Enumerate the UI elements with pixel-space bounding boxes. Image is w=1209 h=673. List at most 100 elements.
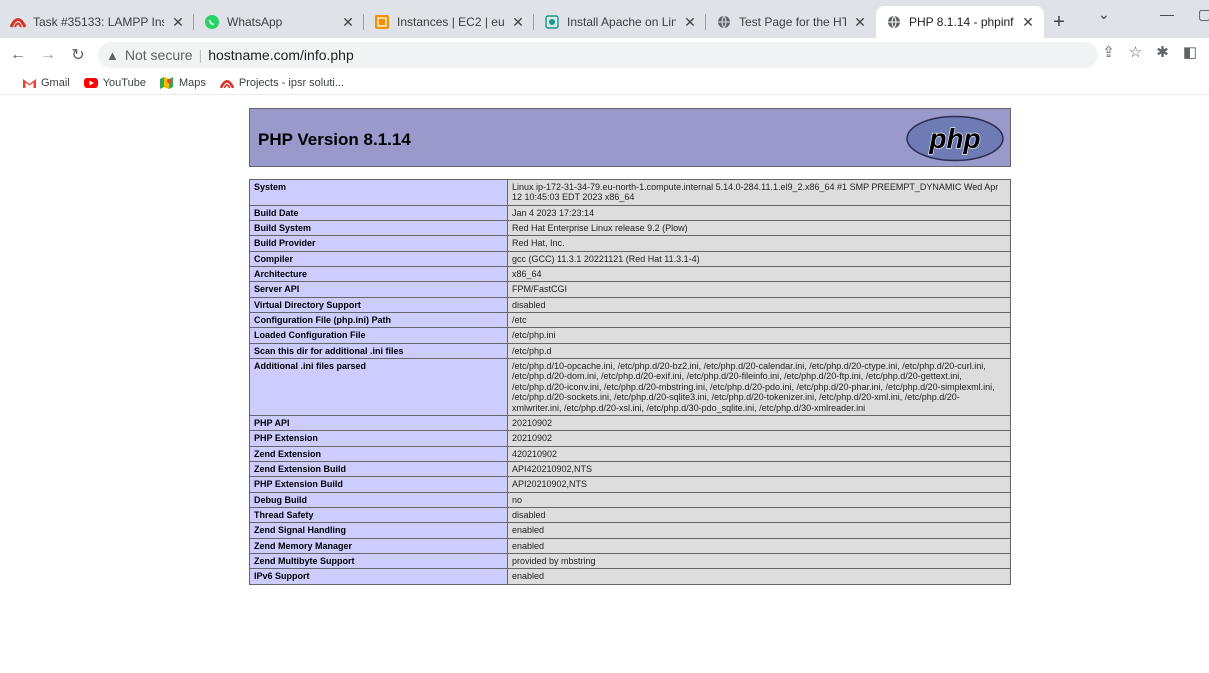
minimize-icon[interactable]: —: [1160, 6, 1174, 22]
tab-title: WhatsApp: [227, 15, 283, 29]
bookmarks-bar: Gmail YouTube Maps Projects - ipsr solut…: [0, 72, 1209, 95]
tab-title: Instances | EC2 | eu-north-1: [397, 15, 504, 29]
table-row: Loaded Configuration File/etc/php.ini: [249, 327, 1011, 344]
close-icon[interactable]: ✕: [682, 14, 698, 31]
row-key: Virtual Directory Support: [249, 296, 508, 314]
row-key: Build Provider: [249, 235, 508, 252]
tab-title: Install Apache on Linux: [567, 15, 676, 29]
bookmark-projects[interactable]: Projects - ipsr soluti...: [219, 77, 344, 89]
tab-test-page[interactable]: Test Page for the HTTP Serv ✕: [706, 6, 876, 38]
php-logo-text: php: [928, 123, 980, 154]
reload-icon[interactable]: ↻: [66, 43, 90, 67]
table-row: PHP Extension Build API20210902,NTS: [249, 476, 1011, 493]
security-label: Not secure: [124, 47, 193, 63]
row-value: /etc/php.d: [507, 342, 1011, 360]
address-bar[interactable]: ▲ Not secure | hostname.com/info.php: [98, 42, 1098, 68]
php-logo[interactable]: php: [905, 115, 1005, 167]
row-value: enabled: [507, 568, 1011, 585]
tab-install-apache[interactable]: Install Apache on Linux ✕: [534, 6, 706, 38]
close-icon[interactable]: ✕: [852, 14, 868, 31]
tab-strip: Task #35133: LAMPP Install ✕ WhatsApp ✕ …: [0, 0, 1209, 38]
row-value: disabled: [507, 506, 1011, 524]
red-arc-icon: [10, 14, 26, 30]
tab-ec2[interactable]: Instances | EC2 | eu-north-1 ✕: [364, 6, 534, 38]
row-key: Scan this dir for additional .ini files: [249, 342, 508, 360]
toolbar-actions: ⇪ ☆ ✱ ◧: [1102, 43, 1197, 61]
phpinfo-table: System Linux ip-172-31-34-79.eu-north-1.c…: [249, 179, 1011, 585]
tab-title: Task #35133: LAMPP Install: [33, 15, 164, 29]
tab-phpinfo[interactable]: PHP 8.1.14 - phpinfo() ✕: [876, 6, 1044, 38]
tab-whatsapp[interactable]: WhatsApp ✕: [194, 6, 364, 38]
row-key: Thread Safety: [249, 506, 508, 524]
bookmark-maps[interactable]: Maps: [160, 77, 206, 89]
page-content: PHP Version 8.1.14 php System Linux ip-17…: [0, 95, 1209, 673]
close-icon[interactable]: ✕: [170, 14, 186, 31]
table-row: Zend Signal Handling enabled: [249, 522, 1011, 539]
row-value: /etc/php.d/10-opcache.ini, /etc/php.d/20…: [507, 358, 1011, 416]
page-title: PHP Version 8.1.14: [258, 130, 411, 149]
maximize-icon[interactable]: ▢: [1198, 6, 1209, 23]
table-row: Server API FPM/FastCGI: [249, 281, 1011, 298]
close-icon[interactable]: ✕: [340, 14, 356, 31]
red-arc-icon: [219, 77, 234, 89]
row-value: no: [507, 491, 1011, 508]
table-row: Configuration File (php.ini) Path/etc: [249, 312, 1011, 329]
table-row: Build System Red Hat Enterprise Linux rel…: [249, 220, 1011, 237]
row-key: PHP Extension Build: [249, 476, 508, 493]
row-value: x86_64: [507, 266, 1011, 283]
row-value: Jan 4 2023 17:23:14: [507, 204, 1011, 222]
row-key: Loaded Configuration File: [249, 327, 508, 344]
bookmark-label: YouTube: [102, 77, 146, 89]
table-row: PHP Extension 20210902: [249, 430, 1011, 447]
row-value: 420210902: [507, 445, 1011, 462]
url-text[interactable]: hostname.com/info.php: [208, 47, 354, 63]
new-tab-button[interactable]: +: [1044, 6, 1074, 38]
extensions-icon[interactable]: ✱: [1156, 43, 1169, 61]
tab-task[interactable]: Task #35133: LAMPP Install ✕: [0, 6, 194, 38]
warning-icon[interactable]: ▲: [106, 48, 119, 63]
row-key: PHP API: [249, 414, 508, 432]
table-row: Zend Memory Manager enabled: [249, 537, 1011, 554]
row-value: API420210902,NTS: [507, 460, 1011, 478]
row-value: /etc/php.ini: [507, 327, 1011, 344]
php-version-header: PHP Version 8.1.14 php: [249, 108, 1011, 167]
table-row: PHP API 20210902: [249, 414, 1011, 432]
row-key: Zend Extension: [249, 445, 508, 462]
table-row: IPv6 Support enabled: [249, 568, 1011, 585]
row-key: Architecture: [249, 266, 508, 283]
row-key: IPv6 Support: [249, 568, 508, 585]
row-value: 20210902: [507, 414, 1011, 432]
tab-search-icon[interactable]: ⌄: [1098, 6, 1110, 23]
table-row: Build Date Jan 4 2023 17:23:14: [249, 204, 1011, 222]
row-key: Zend Signal Handling: [249, 522, 508, 539]
tab-title: Test Page for the HTTP Serv: [739, 15, 846, 29]
row-value: Red Hat Enterprise Linux release 9.2 (Pl…: [507, 220, 1011, 237]
row-value: FPM/FastCGI: [507, 281, 1011, 298]
row-value: Red Hat, Inc.: [507, 235, 1011, 252]
bookmark-youtube[interactable]: YouTube: [83, 77, 146, 89]
row-key: Build System: [249, 220, 508, 237]
forward-arrow-icon[interactable]: →: [36, 43, 60, 67]
globe-icon: [716, 14, 732, 30]
aws-icon: [374, 14, 390, 30]
row-value: Linux ip-172-31-34-79.eu-north-1.compute…: [507, 179, 1011, 206]
table-row: Zend Multibyte Support provided by mbstri…: [249, 552, 1011, 570]
row-key: Compiler: [249, 250, 508, 268]
row-key: Server API: [249, 281, 508, 298]
divider: |: [198, 47, 203, 63]
globe-icon: [886, 14, 902, 30]
table-row: Virtual Directory Support disabled: [249, 296, 1011, 314]
share-icon[interactable]: ⇪: [1102, 43, 1115, 61]
back-arrow-icon[interactable]: ←: [6, 43, 30, 67]
row-key: Zend Extension Build: [249, 460, 508, 478]
gmail-icon: [22, 77, 36, 89]
maps-icon: [160, 77, 174, 89]
row-key: Build Date: [249, 204, 508, 222]
close-icon[interactable]: ✕: [1020, 14, 1036, 31]
row-key: PHP Extension: [249, 430, 508, 447]
browser-toolbar: ← → ↻ ▲ Not secure | hostname.com/info.p…: [0, 38, 1209, 72]
side-panel-icon[interactable]: ◧: [1183, 43, 1197, 61]
close-icon[interactable]: ✕: [510, 14, 526, 31]
bookmark-star-icon[interactable]: ☆: [1129, 43, 1142, 61]
bookmark-gmail[interactable]: Gmail: [22, 77, 70, 89]
